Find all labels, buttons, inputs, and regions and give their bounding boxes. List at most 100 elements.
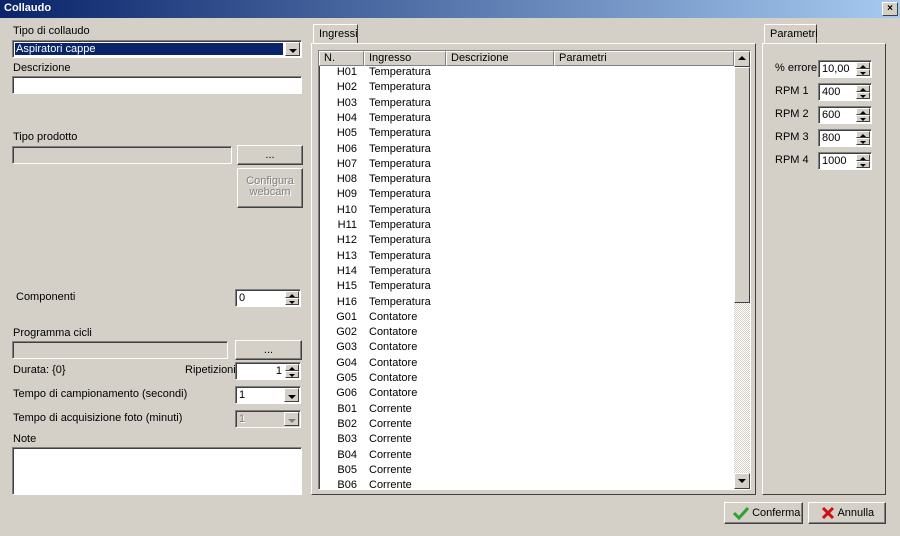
annulla-button[interactable]: Annulla [808, 502, 886, 524]
column-header-parametri[interactable]: Parametri [554, 51, 734, 66]
row-ingresso: Corrente [369, 402, 412, 415]
configura-webcam-button[interactable]: Configura webcam [237, 168, 303, 208]
ingressi-scrollbar[interactable] [734, 51, 750, 489]
title-bar: Collaudo [0, 0, 900, 18]
list-item[interactable]: B05 Corrente [319, 464, 734, 479]
list-item[interactable]: H01 Temperatura [319, 66, 734, 81]
scroll-down-icon[interactable] [734, 473, 750, 489]
row-number: H11 [337, 219, 357, 231]
chevron-down-icon[interactable] [284, 388, 299, 402]
ingressi-list[interactable]: N. Ingresso Descrizione Parametri H01 Tem… [318, 50, 751, 490]
tab-ingressi[interactable]: Ingressi [313, 24, 358, 44]
list-item[interactable]: H06 Temperatura [319, 143, 734, 158]
parametro-spin[interactable] [856, 62, 870, 76]
list-item[interactable]: H13 Temperatura [319, 250, 734, 265]
spin-down-icon[interactable] [856, 92, 870, 99]
tipo-prodotto-browse-button[interactable]: ... [237, 145, 303, 165]
conferma-button[interactable]: Conferma [724, 502, 803, 524]
list-item[interactable]: B02 Corrente [319, 418, 734, 433]
row-number: H03 [336, 96, 357, 109]
list-item[interactable]: H04 Temperatura [319, 112, 734, 127]
parametro-spin[interactable] [856, 108, 870, 122]
list-item[interactable]: H08 Temperatura [319, 173, 734, 188]
spin-up-icon[interactable] [856, 62, 870, 69]
acquisizione-label: Tempo di acquisizione foto (minuti) [13, 412, 183, 424]
column-header-n[interactable]: N. [319, 51, 364, 66]
list-item[interactable]: G02 Contatore [319, 326, 734, 341]
list-item[interactable]: B06 Corrente [319, 479, 734, 489]
parametro-spin[interactable] [856, 85, 870, 99]
spin-down-icon[interactable] [856, 138, 870, 145]
parametro-stepper[interactable]: 600 [818, 106, 872, 124]
list-item[interactable]: H14 Temperatura [319, 265, 734, 280]
note-textarea[interactable] [12, 447, 302, 495]
list-item[interactable]: H02 Temperatura [319, 81, 734, 96]
campionamento-combo[interactable]: 1 [235, 386, 301, 404]
parametro-stepper[interactable]: 10,00 [818, 60, 872, 78]
spin-up-icon[interactable] [285, 291, 299, 298]
list-item[interactable]: H15 Temperatura [319, 280, 734, 295]
row-number: G05 [336, 372, 357, 384]
parametro-label: % errore [775, 62, 818, 74]
parametro-stepper[interactable]: 800 [818, 129, 872, 147]
spin-down-icon[interactable] [856, 69, 870, 76]
row-ingresso: Contatore [369, 356, 418, 369]
list-item[interactable]: G06 Contatore [319, 387, 734, 402]
list-item[interactable]: H07 Temperatura [319, 158, 734, 173]
componenti-stepper[interactable]: 0 [235, 289, 301, 307]
parametro-stepper[interactable]: 1000 [818, 152, 872, 170]
parametro-spin[interactable] [856, 154, 870, 168]
parametro-spin[interactable] [856, 131, 870, 145]
spin-up-icon[interactable] [856, 131, 870, 138]
spin-up-icon[interactable] [856, 154, 870, 161]
column-header-descrizione[interactable]: Descrizione [446, 51, 554, 66]
ripetizioni-stepper[interactable]: 1 [235, 362, 301, 380]
spin-down-icon[interactable] [856, 115, 870, 122]
scroll-thumb[interactable] [734, 67, 750, 303]
list-item[interactable]: G05 Contatore [319, 372, 734, 387]
spin-up-icon[interactable] [285, 364, 299, 371]
spin-down-icon[interactable] [285, 298, 299, 305]
list-item[interactable]: G01 Contatore [319, 311, 734, 326]
scroll-up-icon[interactable] [734, 51, 750, 67]
row-ingresso: Contatore [369, 326, 418, 339]
row-ingresso: Temperatura [369, 234, 431, 247]
list-item[interactable]: H11 Temperatura [319, 219, 734, 234]
note-label: Note [13, 433, 37, 445]
spin-down-icon[interactable] [856, 161, 870, 168]
list-item[interactable]: H16 Temperatura [319, 296, 734, 311]
row-number: H10 [336, 203, 357, 216]
list-item[interactable]: B01 Corrente [319, 403, 734, 418]
ripetizioni-spin[interactable] [285, 364, 299, 378]
close-button[interactable]: × [882, 2, 898, 16]
list-item[interactable]: G03 Contatore [319, 341, 734, 356]
list-item[interactable]: H10 Temperatura [319, 204, 734, 219]
tab-parametri[interactable]: Parametri [764, 24, 818, 44]
row-ingresso: Temperatura [369, 96, 431, 109]
spin-down-icon[interactable] [285, 371, 299, 378]
chevron-down-icon[interactable] [285, 42, 300, 56]
row-number: G01 [336, 310, 357, 323]
row-ingresso: Temperatura [369, 111, 431, 124]
conferma-label: Conferma [752, 506, 801, 519]
list-item[interactable]: H05 Temperatura [319, 127, 734, 142]
componenti-spin[interactable] [285, 291, 299, 305]
list-item[interactable]: B03 Corrente [319, 433, 734, 448]
column-header-ingresso[interactable]: Ingresso [364, 51, 446, 66]
list-item[interactable]: H12 Temperatura [319, 234, 734, 249]
list-item[interactable]: H09 Temperatura [319, 188, 734, 203]
row-ingresso: Temperatura [369, 81, 431, 94]
list-item[interactable]: B04 Corrente [319, 449, 734, 464]
tipo-collaudo-combo[interactable]: Aspiratori cappe [12, 40, 302, 58]
programma-cicli-browse-button[interactable]: ... [235, 340, 302, 360]
parametro-stepper[interactable]: 400 [818, 83, 872, 101]
descrizione-field[interactable] [12, 76, 302, 94]
list-item[interactable]: G04 Contatore [319, 357, 734, 372]
row-number: H12 [336, 234, 357, 247]
spin-up-icon[interactable] [856, 108, 870, 115]
tab-ingressi-label: Ingressi [319, 28, 358, 40]
spin-up-icon[interactable] [856, 85, 870, 92]
row-number: H06 [336, 142, 357, 155]
list-item[interactable]: H03 Temperatura [319, 97, 734, 112]
chevron-down-icon [284, 412, 299, 426]
